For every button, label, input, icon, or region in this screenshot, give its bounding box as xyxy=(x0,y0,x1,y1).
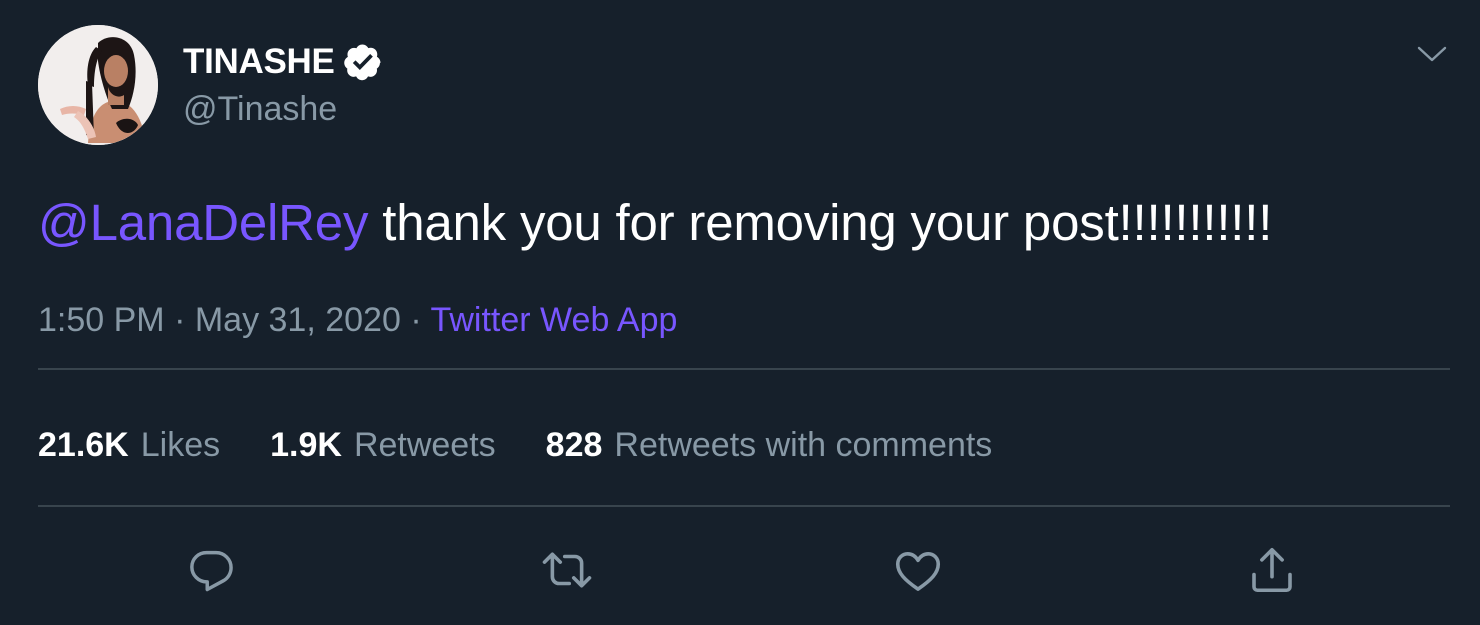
retweets-count: 1.9K xyxy=(270,426,342,464)
reply-icon[interactable] xyxy=(182,540,242,600)
meta-separator: · xyxy=(400,301,431,339)
likes-count: 21.6K xyxy=(38,426,129,464)
tweet-source-link[interactable]: Twitter Web App xyxy=(430,301,677,339)
tweet-text: @LanaDelRey thank you for removing your … xyxy=(38,193,1272,253)
retweet-icon[interactable] xyxy=(537,540,597,600)
tweet-body-text: thank you for removing your post!!!!!!!!… xyxy=(368,194,1273,251)
likes-stat[interactable]: 21.6K Likes xyxy=(38,425,220,465)
more-options-chevron-down-icon[interactable] xyxy=(1410,38,1454,70)
share-icon[interactable] xyxy=(1242,540,1302,600)
avatar-photo xyxy=(38,25,158,145)
quote-tweets-count: 828 xyxy=(545,426,603,464)
like-icon[interactable] xyxy=(888,540,948,600)
author-display-name[interactable]: TINASHE xyxy=(183,42,335,82)
tweet-stats: 21.6K Likes 1.9K Retweets 828 Retweets w… xyxy=(38,425,992,465)
tweet-meta: 1:50 PM · May 31, 2020 · Twitter Web App xyxy=(38,300,677,340)
tweet-actions xyxy=(0,540,1480,600)
divider xyxy=(38,505,1450,507)
avatar[interactable] xyxy=(38,25,158,145)
meta-separator: · xyxy=(164,301,195,339)
retweets-label: Retweets xyxy=(353,426,496,464)
mention-link[interactable]: @LanaDelRey xyxy=(38,194,368,251)
author-name-row: TINASHE xyxy=(183,41,383,82)
tweet-time[interactable]: 1:50 PM xyxy=(38,301,165,339)
quote-tweets-stat[interactable]: 828 Retweets with comments xyxy=(546,425,993,465)
author-handle[interactable]: @Tinashe xyxy=(183,89,337,129)
likes-label: Likes xyxy=(140,426,221,464)
tweet-date[interactable]: May 31, 2020 xyxy=(195,301,401,339)
quote-tweets-label: Retweets with comments xyxy=(614,426,993,464)
retweets-stat[interactable]: 1.9K Retweets xyxy=(270,425,496,465)
tweet-card: TINASHE @Tinashe @LanaDelRey thank you f… xyxy=(0,0,1480,625)
verified-badge-icon xyxy=(343,41,383,82)
divider xyxy=(38,368,1450,370)
